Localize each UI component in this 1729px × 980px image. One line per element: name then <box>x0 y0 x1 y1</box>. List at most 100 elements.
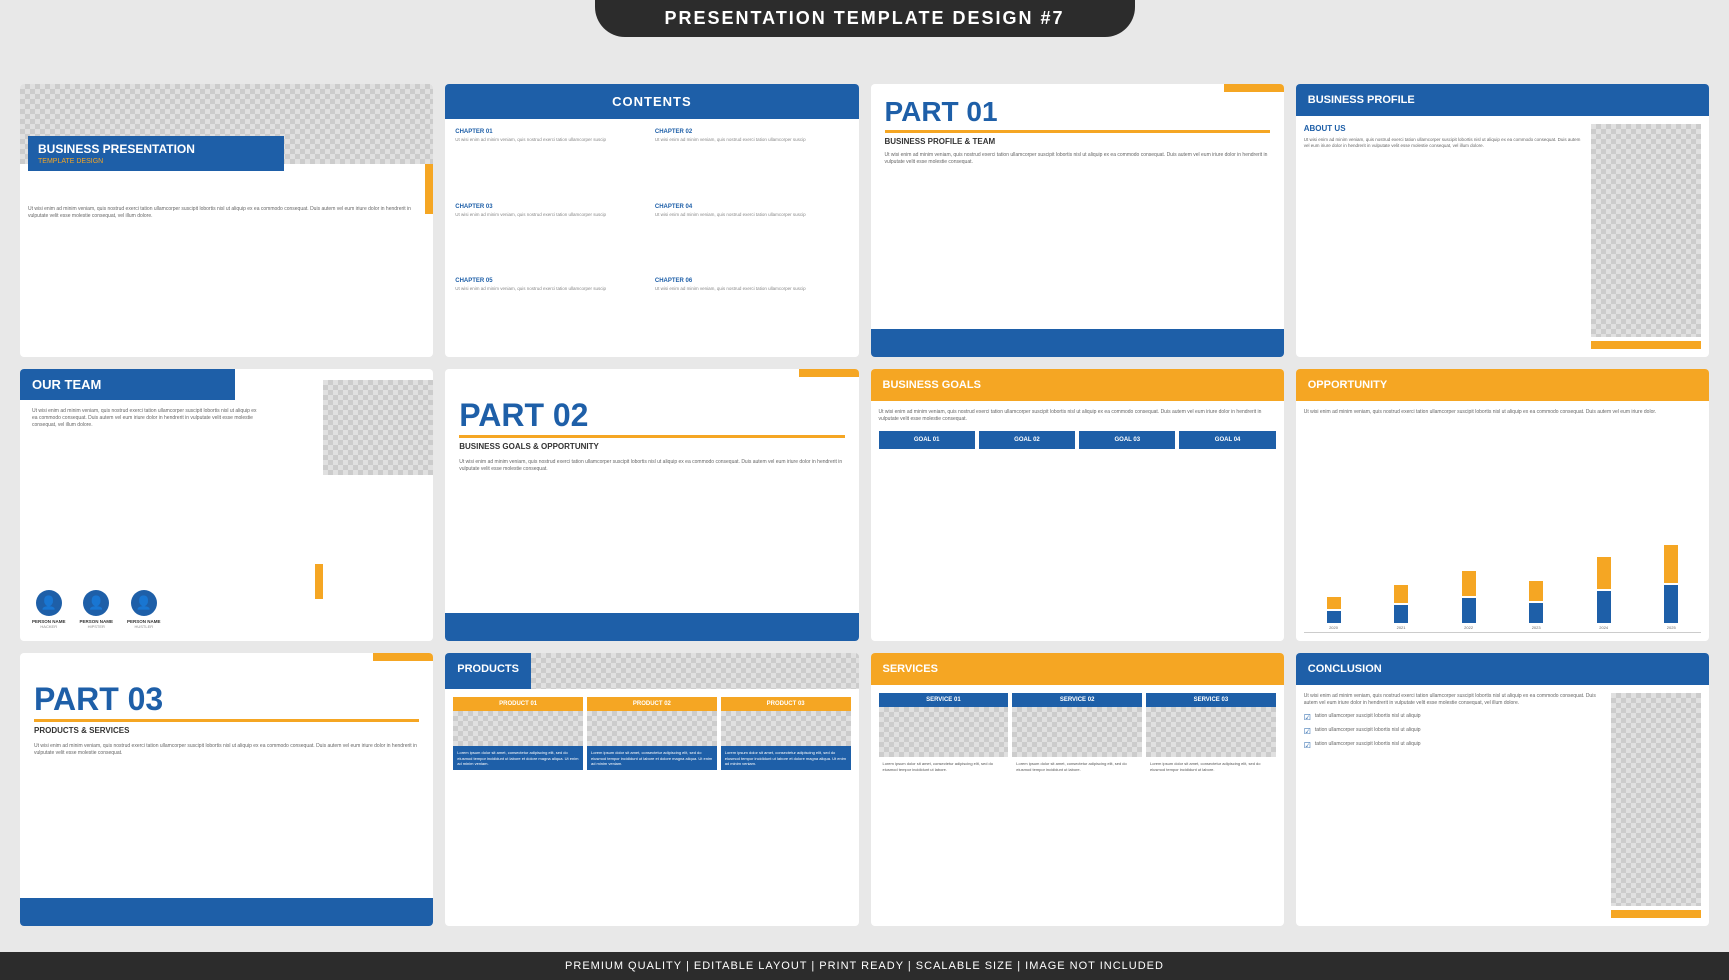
slide12-content: Ut wisi enim ad minim veniam, quis nostr… <box>1296 685 1709 926</box>
slide2-header: CONTENTS <box>445 84 858 119</box>
bar-yellow-2022 <box>1462 571 1476 596</box>
slide4-image <box>1591 124 1701 337</box>
slide10-products-row: PRODUCT 01 Lorem ipsum dolor sit amet, c… <box>453 697 850 770</box>
team-role-2: HIPSTER <box>88 624 105 629</box>
chapter-04: CHAPTER 04 Ut wisi enim ad minim veniam,… <box>655 204 849 273</box>
check-icon-2: ☑ <box>1304 727 1311 736</box>
slide-part01: PART 01 BUSINESS PROFILE & TEAM Ut wisi … <box>871 84 1284 357</box>
check-text-2: tation ullamcorper suscipit lobortis nis… <box>1315 727 1421 734</box>
slide7-content: Ut wisi enim ad minim veniam, quis nostr… <box>871 401 1284 642</box>
service-03-text: Lorem ipsum dolor sit amet, consectetur … <box>1146 757 1276 775</box>
product-02-image <box>587 711 717 746</box>
slide5-image <box>323 380 433 475</box>
slide9-part-label: PART 03 <box>34 683 419 715</box>
goal-04: GOAL 04 <box>1179 431 1275 449</box>
chapter-06-text: Ut wisi enim ad minim veniam, quis nostr… <box>655 286 849 292</box>
bar-yellow-2020 <box>1327 597 1341 609</box>
product-01-text: Lorem ipsum dolor sit amet, consectetur … <box>453 746 583 770</box>
slide1-title: BUSINESS PRESENTATION <box>38 142 274 156</box>
slide4-content: ABOUT US Ut wisi enim ad minim veniam, q… <box>1296 116 1709 357</box>
avatar-1: 👤 <box>36 590 62 616</box>
slide3-content: PART 01 BUSINESS PROFILE & TEAM Ut wisi … <box>871 84 1284 329</box>
slide6-content: PART 02 BUSINESS GOALS & OPPORTUNITY Ut … <box>445 369 858 614</box>
slide6-part-subtitle: BUSINESS GOALS & OPPORTUNITY <box>459 435 844 451</box>
slide3-yellow-accent <box>1224 84 1284 92</box>
slide3-part-subtitle: BUSINESS PROFILE & TEAM <box>885 130 1270 146</box>
goal-01: GOAL 01 <box>879 431 975 449</box>
slide-products: PRODUCTS PRODUCT 01 Lorem ipsum dolor si… <box>445 653 858 926</box>
chapter-02-text: Ut wisi enim ad minim veniam, quis nostr… <box>655 137 849 143</box>
slide-part03: PART 03 PRODUCTS & SERVICES Ut wisi enim… <box>20 653 433 926</box>
bar-blue-2022 <box>1462 598 1476 623</box>
slide9-content: PART 03 PRODUCTS & SERVICES Ut wisi enim… <box>20 653 433 898</box>
chapter-04-title: CHAPTER 04 <box>655 204 849 210</box>
chapter-04-text: Ut wisi enim ad minim veniam, quis nostr… <box>655 212 849 218</box>
slide5-content: Ut wisi enim ad minim veniam, quis nostr… <box>20 400 433 642</box>
slide4-about-title: ABOUT US <box>1304 124 1583 133</box>
slide5-title: OUR TEAM <box>20 369 235 400</box>
slide-business-profile: BUSINESS PROFILE ABOUT US Ut wisi enim a… <box>1296 84 1709 357</box>
year-2023: 2023 <box>1532 625 1541 630</box>
slide11-header: SERVICES <box>871 653 1284 685</box>
slide11-services-row: SERVICE 01 Lorem ipsum dolor sit amet, c… <box>879 693 1276 775</box>
slide10-content: PRODUCT 01 Lorem ipsum dolor sit amet, c… <box>445 689 858 926</box>
slide12-image <box>1611 693 1701 906</box>
avatar-3: 👤 <box>131 590 157 616</box>
slide-conclusion: CONCLUSION Ut wisi enim ad minim veniam,… <box>1296 653 1709 926</box>
slide1-body: Ut wisi enim ad minim veniam, quis nostr… <box>28 206 425 220</box>
product-01-title: PRODUCT 01 <box>453 697 583 711</box>
check-item-1: ☑ tation ullamcorper suscipit lobortis n… <box>1304 713 1603 722</box>
footer-banner: PREMIUM QUALITY | EDITABLE LAYOUT | PRIN… <box>0 952 1729 980</box>
slide5-body: Ut wisi enim ad minim veniam, quis nostr… <box>32 408 258 429</box>
slide-opportunity: OPPORTUNITY Ut wisi enim ad minim veniam… <box>1296 369 1709 642</box>
slide11-content: SERVICE 01 Lorem ipsum dolor sit amet, c… <box>871 685 1284 926</box>
team-member-1: 👤 PERSON NAME HACKER <box>32 590 66 629</box>
chart-group-2020: 2020 <box>1304 422 1364 631</box>
goal-02: GOAL 02 <box>979 431 1075 449</box>
slide4-body: Ut wisi enim ad minim veniam, quis nostr… <box>1304 137 1583 150</box>
slide9-blue-bar <box>20 898 433 926</box>
bar-blue-2025 <box>1664 585 1678 623</box>
chapter-06-title: CHAPTER 06 <box>655 278 849 284</box>
slide-contents: CONTENTS CHAPTER 01 Ut wisi enim ad mini… <box>445 84 858 357</box>
bar-yellow-2025 <box>1664 545 1678 583</box>
slide1-subtitle: TEMPLATE DESIGN <box>38 158 274 165</box>
header-title: PRESENTATION TEMPLATE DESIGN #7 <box>664 8 1064 28</box>
slide12-checklist: ☑ tation ullamcorper suscipit lobortis n… <box>1304 713 1603 750</box>
slide10-top-image <box>531 653 859 689</box>
slide10-header: PRODUCTS <box>445 653 531 689</box>
slide12-yellow-bar <box>1611 910 1701 918</box>
slide5-yellow-accent <box>315 564 323 599</box>
slide-business-goals: BUSINESS GOALS Ut wisi enim ad minim ven… <box>871 369 1284 642</box>
slide4-right <box>1591 124 1701 349</box>
slide3-part-label: PART 01 <box>885 98 1270 126</box>
slide7-goals-row: GOAL 01 GOAL 02 GOAL 03 GOAL 04 <box>879 431 1276 449</box>
chart-group-2024: 2024 <box>1574 422 1634 631</box>
slide6-blue-bar <box>445 613 858 641</box>
chapter-03-title: CHAPTER 03 <box>455 204 649 210</box>
chart-group-2021: 2021 <box>1371 422 1431 631</box>
year-2024: 2024 <box>1599 625 1608 630</box>
chapter-05-title: CHAPTER 05 <box>455 278 649 284</box>
slide4-header: BUSINESS PROFILE <box>1296 84 1709 116</box>
service-03-title: SERVICE 03 <box>1146 693 1276 707</box>
bar-blue-2020 <box>1327 611 1341 623</box>
slide6-body: Ut wisi enim ad minim veniam, quis nostr… <box>459 459 844 604</box>
service-01-title: SERVICE 01 <box>879 693 1009 707</box>
chapter-06: CHAPTER 06 Ut wisi enim ad minim veniam,… <box>655 278 849 347</box>
slide-our-team: OUR TEAM Ut wisi enim ad minim veniam, q… <box>20 369 433 642</box>
avatar-2: 👤 <box>83 590 109 616</box>
slide9-yellow-accent <box>373 653 433 661</box>
product-02: PRODUCT 02 Lorem ipsum dolor sit amet, c… <box>587 697 717 770</box>
slide-part02: PART 02 BUSINESS GOALS & OPPORTUNITY Ut … <box>445 369 858 642</box>
slide3-blue-bar <box>871 329 1284 357</box>
check-item-3: ☑ tation ullamcorper suscipit lobortis n… <box>1304 741 1603 750</box>
year-2021: 2021 <box>1397 625 1406 630</box>
slide5-team-row: 👤 PERSON NAME HACKER 👤 PERSON NAME HIPST… <box>32 590 421 633</box>
slide-services: SERVICES SERVICE 01 Lorem ipsum dolor si… <box>871 653 1284 926</box>
bar-yellow-2023 <box>1529 581 1543 601</box>
slide10-top: PRODUCTS <box>445 653 858 689</box>
chapter-01: CHAPTER 01 Ut wisi enim ad minim veniam,… <box>455 129 649 198</box>
slide12-left: Ut wisi enim ad minim veniam, quis nostr… <box>1304 693 1603 918</box>
service-02-text: Lorem ipsum dolor sit amet, consectetur … <box>1012 757 1142 775</box>
